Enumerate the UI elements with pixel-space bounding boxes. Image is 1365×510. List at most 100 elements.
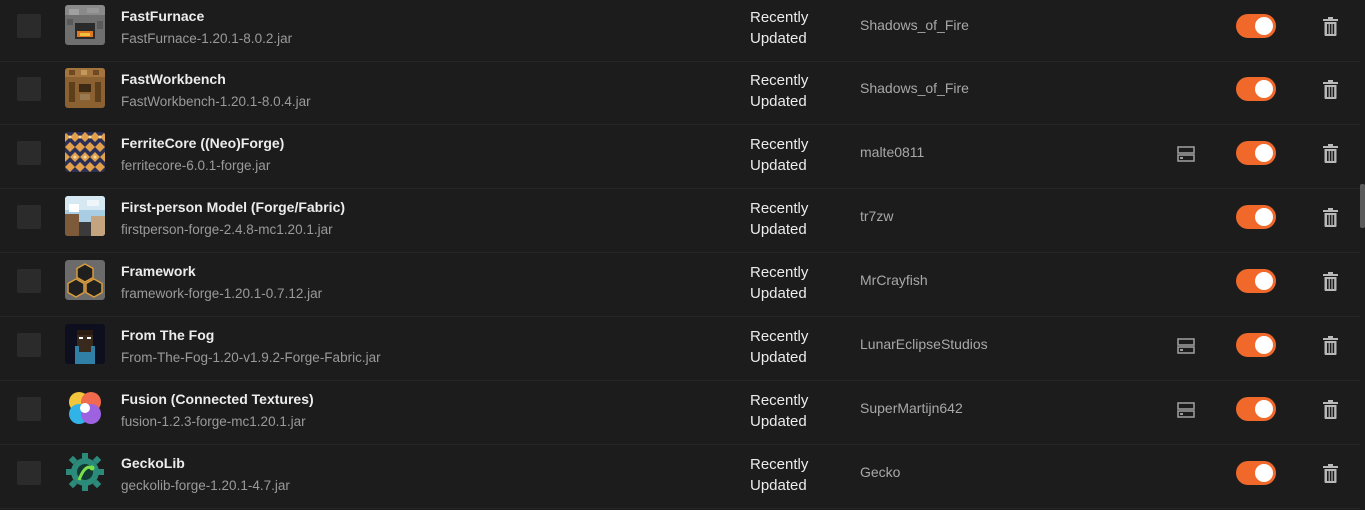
select-checkbox[interactable] xyxy=(17,141,41,165)
trash-icon[interactable] xyxy=(1323,80,1338,99)
mod-row[interactable]: First-person Model (Forge/Fabric) firstp… xyxy=(0,188,1360,253)
trash-icon[interactable] xyxy=(1323,208,1338,227)
update-status-line1: Recently xyxy=(750,200,809,217)
fusion-icon xyxy=(65,388,105,428)
mod-filename: framework-forge-1.20.1-0.7.12.jar xyxy=(121,286,323,301)
toggle-knob xyxy=(1255,17,1273,35)
server-icon xyxy=(1177,146,1195,162)
herobrine-icon xyxy=(65,324,105,364)
update-status: Recently Updated xyxy=(750,7,830,49)
enable-toggle[interactable] xyxy=(1236,205,1276,229)
mod-filename: fusion-1.2.3-forge-mc1.20.1.jar xyxy=(121,414,306,429)
mod-name: Fusion (Connected Textures) xyxy=(121,391,314,407)
mod-author: malte0811 xyxy=(860,144,925,160)
enable-toggle[interactable] xyxy=(1236,269,1276,293)
update-status-line2: Updated xyxy=(750,30,807,47)
enable-toggle[interactable] xyxy=(1236,397,1276,421)
update-status-line1: Recently xyxy=(750,72,809,89)
mod-name: Framework xyxy=(121,263,196,279)
trash-icon[interactable] xyxy=(1323,336,1338,355)
enable-toggle[interactable] xyxy=(1236,14,1276,38)
update-status: Recently Updated xyxy=(750,454,830,496)
geckolib-icon xyxy=(65,452,105,492)
toggle-knob xyxy=(1255,272,1273,290)
update-status: Recently Updated xyxy=(750,390,830,432)
update-status-line1: Recently xyxy=(750,328,809,345)
mod-name: First-person Model (Forge/Fabric) xyxy=(121,199,346,215)
trash-icon[interactable] xyxy=(1323,272,1338,291)
update-status-line2: Updated xyxy=(750,349,807,366)
mod-row[interactable]: Framework framework-forge-1.20.1-0.7.12.… xyxy=(0,252,1360,317)
scrollbar-thumb[interactable] xyxy=(1360,184,1365,228)
mod-author: SuperMartijn642 xyxy=(860,400,963,416)
mod-author: MrCrayfish xyxy=(860,272,928,288)
mod-row[interactable]: FastFurnace FastFurnace-1.20.1-8.0.2.jar… xyxy=(0,0,1360,62)
server-icon xyxy=(1177,338,1195,354)
framework-icon xyxy=(65,260,105,300)
mod-list: FastFurnace FastFurnace-1.20.1-8.0.2.jar… xyxy=(0,0,1365,510)
mod-author: Shadows_of_Fire xyxy=(860,17,969,33)
update-status-line2: Updated xyxy=(750,93,807,110)
mod-filename: From-The-Fog-1.20-v1.9.2-Forge-Fabric.ja… xyxy=(121,350,381,365)
update-status-line1: Recently xyxy=(750,456,809,473)
mod-author: LunarEclipseStudios xyxy=(860,336,988,352)
mod-row[interactable]: FerriteCore ((Neo)Forge) ferritecore-6.0… xyxy=(0,124,1360,189)
update-status: Recently Updated xyxy=(750,198,830,240)
update-status-line2: Updated xyxy=(750,413,807,430)
update-status-line1: Recently xyxy=(750,136,809,153)
mod-row[interactable]: From The Fog From-The-Fog-1.20-v1.9.2-Fo… xyxy=(0,316,1360,381)
toggle-knob xyxy=(1255,208,1273,226)
update-status: Recently Updated xyxy=(750,326,830,368)
update-status: Recently Updated xyxy=(750,70,830,112)
mod-name: From The Fog xyxy=(121,327,215,343)
mod-filename: FastWorkbench-1.20.1-8.0.4.jar xyxy=(121,94,311,109)
trash-icon[interactable] xyxy=(1323,400,1338,419)
firstperson-icon xyxy=(65,196,105,236)
select-checkbox[interactable] xyxy=(17,14,41,38)
mod-name: FastWorkbench xyxy=(121,71,226,87)
update-status-line2: Updated xyxy=(750,285,807,302)
mod-row[interactable]: Fusion (Connected Textures) fusion-1.2.3… xyxy=(0,380,1360,445)
mod-row[interactable]: GeckoLib geckolib-forge-1.20.1-4.7.jar R… xyxy=(0,444,1360,509)
update-status-line1: Recently xyxy=(750,9,809,26)
update-status: Recently Updated xyxy=(750,262,830,304)
select-checkbox[interactable] xyxy=(17,269,41,293)
mod-filename: firstperson-forge-2.4.8-mc1.20.1.jar xyxy=(121,222,333,237)
toggle-knob xyxy=(1255,80,1273,98)
ferritecore-icon xyxy=(65,132,105,172)
server-icon xyxy=(1177,402,1195,418)
scrollbar[interactable] xyxy=(1360,0,1365,510)
mod-filename: FastFurnace-1.20.1-8.0.2.jar xyxy=(121,31,293,46)
select-checkbox[interactable] xyxy=(17,77,41,101)
update-status-line1: Recently xyxy=(750,392,809,409)
mod-filename: geckolib-forge-1.20.1-4.7.jar xyxy=(121,478,290,493)
trash-icon[interactable] xyxy=(1323,464,1338,483)
update-status: Recently Updated xyxy=(750,134,830,176)
select-checkbox[interactable] xyxy=(17,461,41,485)
mod-author: tr7zw xyxy=(860,208,894,224)
furnace-icon xyxy=(65,5,105,45)
mod-filename: ferritecore-6.0.1-forge.jar xyxy=(121,158,271,173)
select-checkbox[interactable] xyxy=(17,333,41,357)
mod-name: FerriteCore ((Neo)Forge) xyxy=(121,135,285,151)
mod-row[interactable]: FastWorkbench FastWorkbench-1.20.1-8.0.4… xyxy=(0,60,1360,125)
enable-toggle[interactable] xyxy=(1236,77,1276,101)
toggle-knob xyxy=(1255,464,1273,482)
mod-name: FastFurnace xyxy=(121,8,205,24)
trash-icon[interactable] xyxy=(1323,144,1338,163)
enable-toggle[interactable] xyxy=(1236,333,1276,357)
toggle-knob xyxy=(1255,400,1273,418)
update-status-line2: Updated xyxy=(750,157,807,174)
update-status-line2: Updated xyxy=(750,477,807,494)
select-checkbox[interactable] xyxy=(17,205,41,229)
toggle-knob xyxy=(1255,336,1273,354)
toggle-knob xyxy=(1255,144,1273,162)
enable-toggle[interactable] xyxy=(1236,461,1276,485)
enable-toggle[interactable] xyxy=(1236,141,1276,165)
mod-author: Gecko xyxy=(860,464,901,480)
trash-icon[interactable] xyxy=(1323,17,1338,36)
select-checkbox[interactable] xyxy=(17,397,41,421)
update-status-line1: Recently xyxy=(750,264,809,281)
mod-name: GeckoLib xyxy=(121,455,185,471)
mod-author: Shadows_of_Fire xyxy=(860,80,969,96)
